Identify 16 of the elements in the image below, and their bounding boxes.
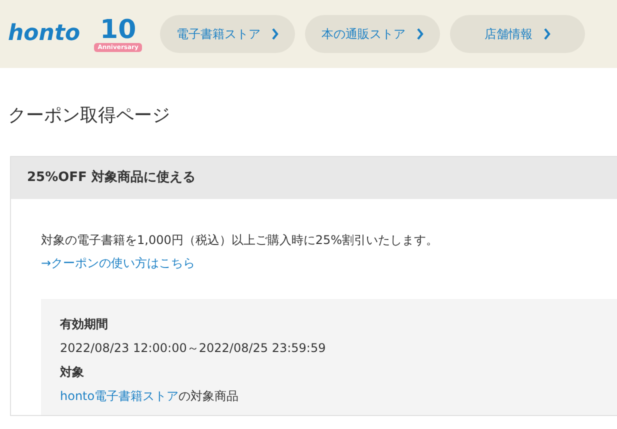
detail-heading: 有効期間	[60, 316, 109, 333]
detail-value: honto電子書籍ストアの対象商品	[60, 388, 239, 405]
detail-value: 2022/08/23 12:00:00～2022/08/25 23:59:59	[60, 340, 326, 357]
store-link[interactable]: honto電子書籍ストア	[60, 389, 179, 403]
coupon-description: 対象の電子書籍を1,000円（税込）以上ご購入時に25%割引いたします。	[41, 232, 440, 249]
nav-tab[interactable]: 本の通販ストア	[305, 15, 440, 53]
honto-logo[interactable]: honto	[8, 23, 80, 45]
chevron-icon	[270, 28, 279, 40]
page-title: クーポン取得ページ	[8, 104, 171, 128]
usage-link[interactable]: →クーポンの使い方はこちら	[41, 252, 196, 275]
detail-heading: 対象	[60, 364, 85, 381]
chevron-icon	[542, 28, 551, 40]
coupon-title: 25%OFF 対象商品に使える	[27, 168, 196, 188]
nav-tab[interactable]: 電子書籍ストア	[160, 15, 296, 53]
chevron-icon	[416, 28, 424, 40]
nav-tab[interactable]: 店舗情報	[450, 15, 586, 53]
